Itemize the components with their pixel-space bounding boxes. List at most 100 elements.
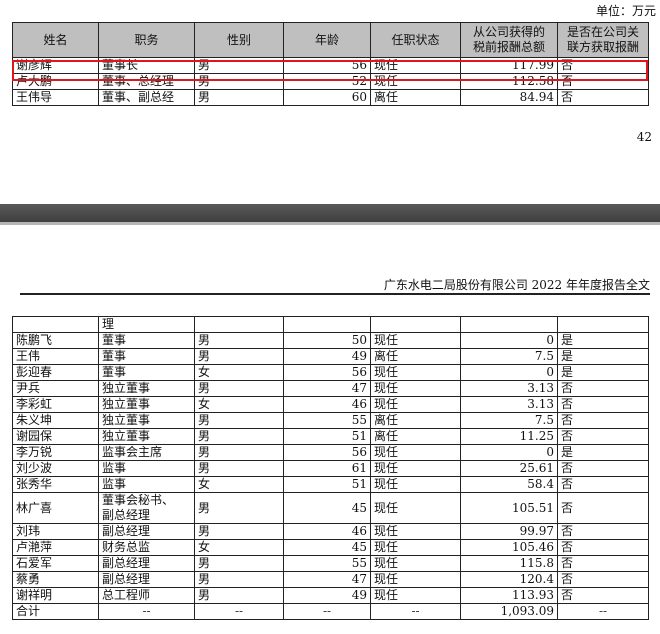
cell-related: 是: [557, 364, 649, 381]
cell-related: 否: [557, 380, 649, 397]
header-gender: 性别: [194, 22, 284, 58]
cell-title: 监事: [98, 476, 195, 493]
cell-related: 否: [557, 571, 649, 588]
header-pay-line2: 税前报酬总额: [472, 40, 545, 54]
cell-name: [12, 316, 99, 333]
cell-name: 尹兵: [12, 380, 99, 397]
cell-name: 李万锐: [12, 444, 99, 461]
cell-pay: 113.93: [460, 587, 558, 604]
table-row: 刘少波 监事男 61 现任 25.61 否: [12, 460, 649, 477]
total-dash: --: [283, 603, 371, 620]
cell-age: 61: [283, 460, 371, 477]
cell-pay: 105.51: [460, 492, 558, 524]
total-dash: --: [557, 603, 649, 620]
cell-age: 45: [283, 539, 371, 556]
cell-related: 否: [557, 587, 649, 604]
cell-related: 否: [557, 539, 649, 556]
cell-pay: 99.97: [460, 523, 558, 540]
total-dash: --: [194, 603, 284, 620]
cell-name: 刘玮: [12, 523, 99, 540]
header-related-line1: 是否在公司关: [566, 25, 639, 39]
cell-pay: 0: [460, 364, 558, 381]
cell-related: [557, 316, 649, 333]
cell-title: 董事: [98, 348, 195, 365]
cell-name: 石爱军: [12, 555, 99, 572]
cell-title-line: 副总经理: [102, 508, 151, 522]
cell-status: 现任: [370, 476, 461, 493]
cell-age: 55: [283, 555, 371, 572]
header-age: 年龄: [283, 22, 371, 58]
cell-title: 独立董事: [98, 412, 195, 429]
cell-age: 49: [283, 587, 371, 604]
cell-age: 56: [283, 364, 371, 381]
cell-title: 董事: [98, 364, 195, 381]
cell-gender: 男: [194, 587, 284, 604]
running-header: 广东水电二局股份有限公司 2022 年年度报告全文: [383, 278, 650, 292]
cell-related: 否: [557, 412, 649, 429]
table-row: 谢园保 独立董事男 51 离任 11.25 否: [12, 428, 649, 445]
cell-gender: 男: [194, 380, 284, 397]
cell-title: 董事: [98, 332, 195, 349]
cell-name: 王伟: [12, 348, 99, 365]
cell-title: 监事: [98, 460, 195, 477]
cell-status: 离任: [370, 348, 461, 365]
cell-title: 副总经理: [98, 555, 195, 572]
cell-status: 现任: [370, 380, 461, 397]
table-row: 张秀华 监事女 51 现任 58.4 否: [12, 476, 649, 493]
cell-title: 董事、副总经: [98, 89, 195, 106]
cell-status: 现任: [370, 364, 461, 381]
cell-related: 否: [557, 460, 649, 477]
table-row: 李彩虹 独立董事女 46 现任 3.13 否: [12, 396, 649, 413]
cell-pay: 115.8: [460, 555, 558, 572]
cell-status: 现任: [370, 523, 461, 540]
cell-name: 彭迎春: [12, 364, 99, 381]
cell-title: 理: [98, 316, 195, 333]
table-row: 朱义坤 独立董事男 55 离任 7.5 否: [12, 412, 649, 429]
cell-status: 现任: [370, 396, 461, 413]
cell-pay: 120.4: [460, 571, 558, 588]
cell-status: 现任: [370, 460, 461, 477]
cell-status: 离任: [370, 428, 461, 445]
header-status: 任职状态: [370, 22, 461, 58]
total-dash: --: [98, 603, 195, 620]
total-row: 合计 -- -- -- -- 1,093.09 --: [12, 603, 649, 620]
cell-related: 否: [557, 89, 649, 106]
cell-gender: 男: [194, 460, 284, 477]
cell-gender: 男: [194, 89, 284, 106]
cell-status: 现任: [370, 332, 461, 349]
cell-gender: [194, 316, 284, 333]
cell-gender: 女: [194, 396, 284, 413]
cell-title: 副总经理: [98, 571, 195, 588]
table-row: 刘玮 副总经理男 46 现任 99.97 否: [12, 523, 649, 540]
table-row: 王伟 董事男 49 离任 7.5 是: [12, 348, 649, 365]
cell-pay: 0: [460, 444, 558, 461]
cell-name: 卢滟萍: [12, 539, 99, 556]
cell-gender: 男: [194, 492, 284, 524]
cell-pay: 58.4: [460, 476, 558, 493]
cell-name: 林广喜: [12, 492, 99, 524]
cell-status: 现任: [370, 492, 461, 524]
cell-title: 副总经理: [98, 523, 195, 540]
cell-age: 51: [283, 476, 371, 493]
cell-related: 否: [557, 492, 649, 524]
cell-age: 55: [283, 412, 371, 429]
table-row: 林广喜 董事会秘书、 副总经理男 45 现任 105.51 否: [12, 492, 649, 524]
cell-pay: 11.25: [460, 428, 558, 445]
cell-name: 王伟导: [12, 89, 99, 106]
page-number: 42: [636, 130, 652, 144]
cell-status: 现任: [370, 571, 461, 588]
unit-label: 单位：万元: [595, 4, 656, 18]
cell-title: 独立董事: [98, 428, 195, 445]
table-row: 谢祥明 总工程师男 49 现任 113.93 否: [12, 587, 649, 604]
cell-title: 独立董事: [98, 396, 195, 413]
cell-gender: 男: [194, 571, 284, 588]
cell-status: 现任: [370, 587, 461, 604]
cell-gender: 女: [194, 539, 284, 556]
cell-related: 是: [557, 332, 649, 349]
cell-name: 李彩虹: [12, 396, 99, 413]
cell-title: 董事会秘书、 副总经理: [98, 492, 195, 524]
table-row-continuation: 理: [12, 316, 649, 333]
cell-age: 56: [283, 444, 371, 461]
cell-gender: 男: [194, 444, 284, 461]
cell-title: 总工程师: [98, 587, 195, 604]
